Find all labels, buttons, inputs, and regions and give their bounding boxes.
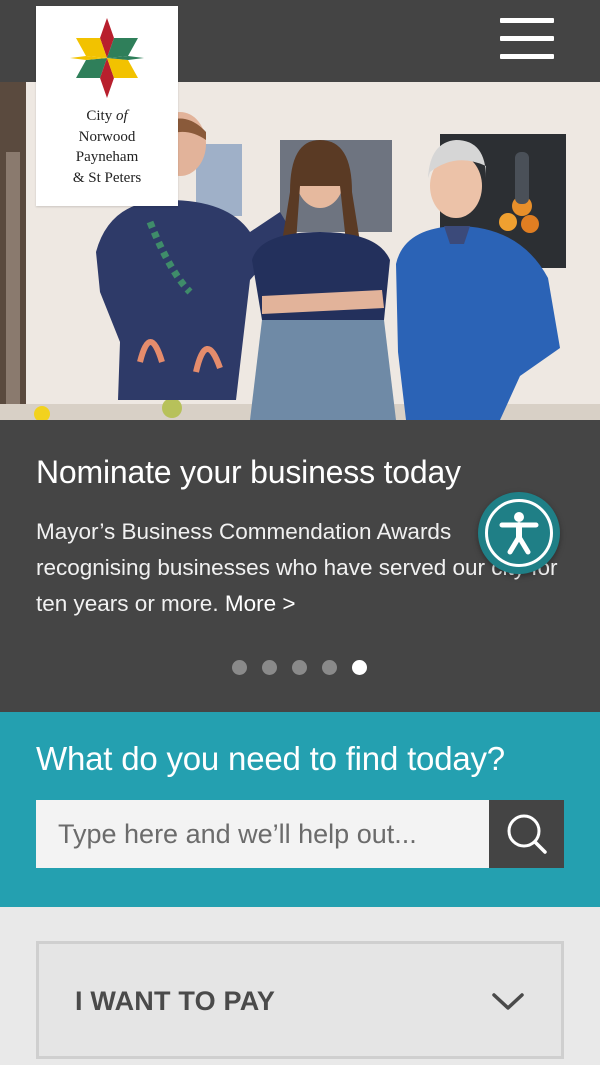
logo-wordmark: City of Norwood Payneham & St Peters (36, 106, 178, 188)
slide-dot-2[interactable] (262, 660, 277, 675)
slide-dot-1[interactable] (232, 660, 247, 675)
search-heading: What do you need to find today? (36, 740, 505, 777)
i-want-to-pay-accordion[interactable]: I WANT TO PAY (36, 941, 564, 1059)
search-input[interactable] (36, 800, 489, 868)
logo-line: of (115, 108, 128, 124)
menu-bar-line (500, 36, 554, 41)
chevron-down-icon (492, 993, 524, 1010)
menu-bar-line (500, 18, 554, 23)
search-section: What do you need to find today? (0, 712, 600, 907)
logo-line: Norwood (78, 128, 136, 145)
logo-line: City (86, 108, 113, 124)
council-logo[interactable]: City of Norwood Payneham & St Peters (36, 6, 178, 206)
search-button[interactable] (489, 800, 564, 868)
accessibility-icon (485, 499, 553, 567)
more-link[interactable]: More > (225, 591, 296, 616)
menu-bar-line (500, 54, 554, 59)
search-icon (507, 814, 547, 854)
logo-line: & St Peters (72, 169, 142, 186)
accessibility-button[interactable] (478, 492, 560, 574)
slide-title[interactable]: Nominate your business today (36, 454, 461, 491)
slide-dot-4[interactable] (322, 660, 337, 675)
logo-line: Payneham (75, 149, 139, 165)
slide-dot-5[interactable] (352, 660, 367, 675)
hamburger-menu-icon[interactable] (500, 18, 554, 60)
logo-star-icon (70, 18, 144, 98)
accordion-label: I WANT TO PAY (75, 986, 276, 1016)
slide-dot-3[interactable] (292, 660, 307, 675)
